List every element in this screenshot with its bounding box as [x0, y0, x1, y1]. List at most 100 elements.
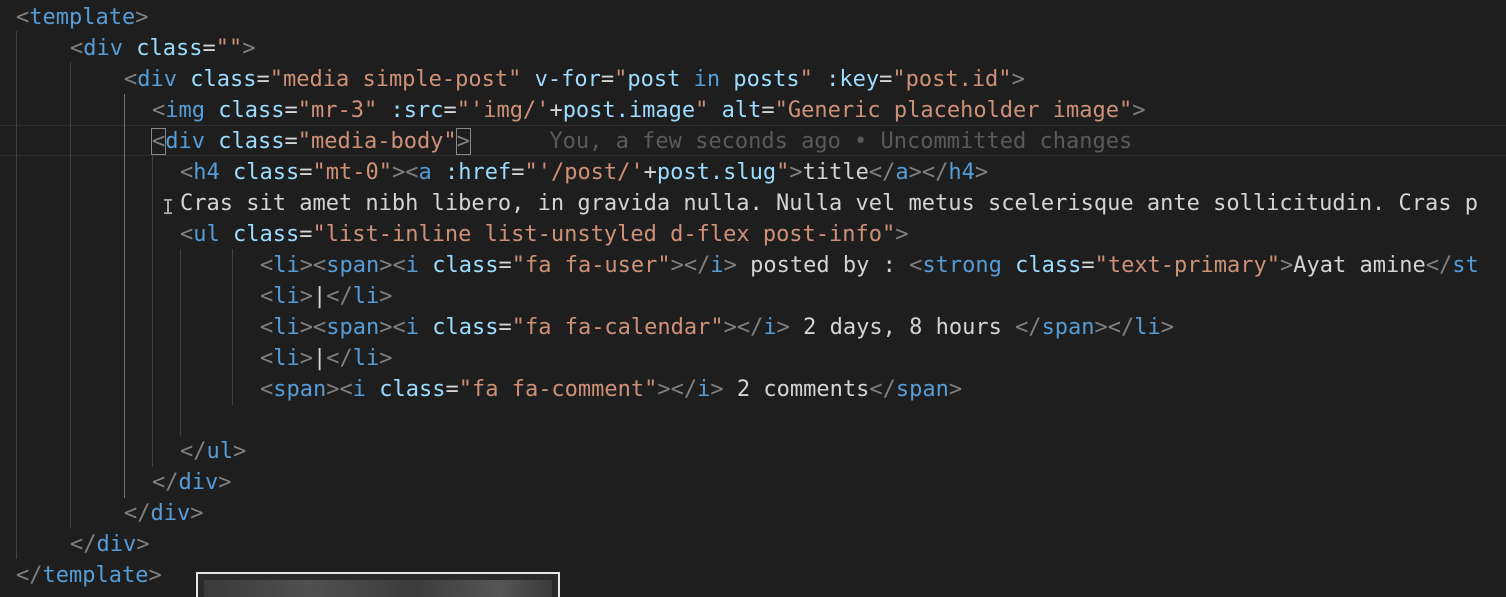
code-editor[interactable]: <template> <div class=""> <div class="me…	[0, 0, 1506, 597]
token: "	[799, 67, 813, 92]
token: >	[723, 253, 737, 278]
token: "	[776, 160, 790, 185]
token: >	[190, 501, 204, 526]
attr-name: class	[218, 129, 285, 154]
code-line[interactable]: <h4 class="mt-0"><a :href="'/post/'+post…	[180, 157, 988, 188]
token: </	[16, 563, 43, 588]
token: ><	[299, 315, 327, 340]
token: </	[1425, 253, 1453, 278]
tag-name: i	[710, 253, 724, 278]
code-line[interactable]: <div class="media simple-post" v-for="po…	[124, 64, 1025, 95]
attr-name: :key	[826, 67, 880, 92]
tag-name: h4	[948, 160, 975, 185]
token: <	[180, 222, 194, 247]
text-content: Ayat amine	[1293, 253, 1426, 278]
tag-name: i	[405, 253, 419, 278]
attr-value: "mt-0"	[312, 160, 392, 185]
tag-name: a	[895, 160, 909, 185]
operator: +	[549, 98, 563, 123]
token: >	[776, 315, 790, 340]
token: ><	[379, 315, 406, 340]
code-line[interactable]: <ul class="list-inline list-unstyled d-f…	[180, 219, 909, 250]
code-line[interactable]: <li><span><i class="fa fa-user"></i> pos…	[260, 250, 1479, 281]
tag-name: span	[273, 377, 327, 402]
hover-preview-popup	[196, 572, 560, 597]
expression: post	[627, 67, 681, 92]
token: <	[152, 98, 166, 123]
code-line[interactable]: </template>	[16, 560, 162, 591]
code-line-current[interactable]: <div class="media-body"> You, a few seco…	[150, 126, 1132, 157]
code-line[interactable]: </div>	[152, 467, 232, 498]
indent-guide	[70, 62, 71, 528]
tag-name: span	[326, 315, 380, 340]
token: >	[136, 532, 150, 557]
attr-name: :src	[390, 98, 444, 123]
code-line[interactable]: <li>|</li>	[260, 343, 393, 374]
attr-value: "list-inline list-unstyled d-flex post-i…	[312, 222, 896, 247]
token: <	[70, 36, 84, 61]
token: <	[124, 67, 138, 92]
code-line[interactable]: Cras sit amet nibh libero, in gravida nu…	[180, 188, 1478, 219]
text-content: title	[802, 160, 869, 185]
token: <	[909, 253, 923, 278]
token: <	[180, 160, 194, 185]
code-line[interactable]: <template>	[16, 2, 148, 33]
tag-name: li	[352, 346, 380, 371]
token: ></	[670, 253, 711, 278]
token: >	[299, 284, 313, 309]
token: >	[948, 377, 963, 402]
attr-name: alt	[721, 98, 762, 123]
indent-guide	[232, 249, 233, 405]
tag-name: i	[697, 377, 711, 402]
token: <	[16, 5, 30, 30]
tag-name: i	[763, 315, 777, 340]
tag-name: span	[895, 377, 949, 402]
code-line[interactable]: <span><i class="fa fa-comment"></i> 2 co…	[260, 374, 962, 405]
token: >	[242, 36, 256, 61]
text-content: |	[313, 284, 327, 309]
token: </	[869, 377, 896, 402]
attr-value: "media simple-post"	[269, 67, 522, 92]
code-line[interactable]: <li>|</li>	[260, 281, 393, 312]
tag-name: li	[1134, 315, 1161, 340]
keyword: in	[693, 67, 721, 92]
token: "	[614, 67, 628, 92]
text-content: Cras sit amet nibh libero, in gravida nu…	[180, 191, 1479, 216]
attr-name: class	[432, 315, 499, 340]
tag-name: div	[137, 67, 177, 92]
token: ><	[326, 377, 353, 402]
attr-name: class	[379, 377, 446, 402]
text-cursor-icon: I	[162, 195, 175, 219]
attr-name: class	[218, 98, 285, 123]
attr-name: class	[190, 67, 257, 92]
tag-name: div	[165, 129, 205, 154]
token: </	[326, 346, 353, 371]
attr-value: "fa fa-comment"	[458, 377, 658, 402]
tag-name: div	[178, 470, 219, 495]
tag-name: i	[352, 377, 366, 402]
attr-value: "media-body"	[297, 129, 457, 154]
code-line[interactable]: </div>	[70, 529, 150, 560]
tag-name: li	[352, 284, 380, 309]
attr-name: class	[1015, 253, 1082, 278]
code-line[interactable]: </ul>	[180, 436, 246, 467]
code-line[interactable]: </div>	[124, 498, 204, 529]
attr-value: ""	[215, 36, 243, 61]
tag-name: li	[273, 253, 300, 278]
string-literal: '/post/'	[537, 160, 644, 185]
code-line[interactable]: <div class="">	[70, 33, 255, 64]
token: >	[1132, 98, 1146, 123]
code-line[interactable]: <li><span><i class="fa fa-calendar"></i>…	[260, 312, 1174, 343]
indent-guide	[180, 249, 181, 436]
code-line[interactable]: <img class="mr-3" :src="'img/'+post.imag…	[152, 95, 1146, 126]
tag-name: h4	[193, 160, 220, 185]
token: <	[260, 315, 274, 340]
attr-name: :href	[444, 160, 512, 185]
attr-name: class	[233, 160, 300, 185]
token: >	[379, 346, 393, 371]
token: ></	[1094, 315, 1135, 340]
tag-name: div	[83, 36, 123, 61]
token: "	[456, 98, 470, 123]
token: >	[233, 439, 247, 464]
token: </	[124, 501, 151, 526]
